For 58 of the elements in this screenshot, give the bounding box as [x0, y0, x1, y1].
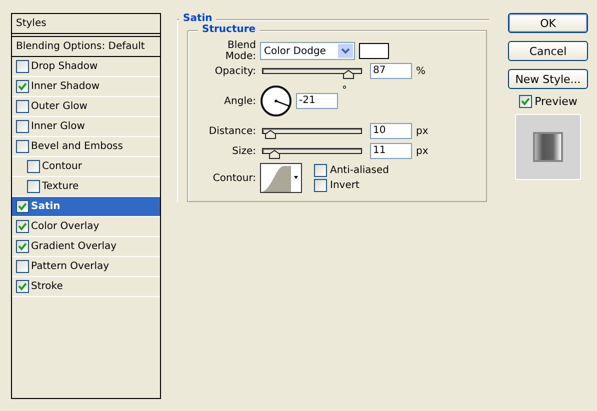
angle-dial-icon[interactable] — [260, 85, 292, 117]
list-item[interactable]: Outer Glow — [12, 97, 160, 117]
checkbox[interactable] — [16, 100, 29, 113]
checkbox[interactable] — [16, 240, 29, 253]
checkbox[interactable] — [16, 280, 29, 293]
list-header: Styles — [12, 14, 160, 34]
field-label: Angle: — [223, 96, 257, 106]
checkbox-label: Invert — [330, 180, 360, 191]
checkbox[interactable] — [16, 140, 29, 153]
number-field[interactable]: 10 — [370, 123, 412, 139]
number-field[interactable]: -21 — [296, 93, 338, 109]
checkbox[interactable] — [16, 260, 29, 273]
list-item[interactable]: Blending Options: Default — [12, 36, 160, 57]
checkbox[interactable] — [27, 180, 40, 193]
list-item[interactable]: Color Overlay — [12, 217, 160, 237]
unit-label: px — [415, 146, 428, 156]
field-label: Size: — [231, 146, 257, 156]
list-item[interactable]: Pattern Overlay — [12, 257, 160, 277]
slider-thumb[interactable] — [343, 70, 354, 79]
list-item[interactable]: Contour — [12, 157, 160, 177]
checkbox-label: Preview — [534, 95, 578, 108]
list-item[interactable]: Stroke — [12, 277, 160, 297]
dialog-button[interactable]: New Style... — [508, 69, 588, 89]
checkbox[interactable] — [27, 160, 40, 173]
checkbox[interactable] — [16, 60, 29, 73]
list-item[interactable]: Inner Glow — [12, 117, 160, 137]
unit-label: ° — [341, 84, 347, 96]
list-item[interactable]: Inner Shadow — [12, 77, 160, 97]
unit-label: % — [415, 66, 426, 76]
checkbox[interactable] — [16, 120, 29, 133]
number-field[interactable]: 87 — [370, 63, 412, 79]
checkbox[interactable] — [16, 220, 29, 233]
group-title: Structure — [198, 24, 260, 35]
dialog-button[interactable]: Cancel — [508, 41, 588, 61]
field-label: Distance: — [208, 126, 257, 136]
unit-label: px — [415, 126, 428, 136]
list-item[interactable]: Satin — [12, 197, 160, 217]
field-label: Opacity: — [214, 66, 257, 76]
checkbox[interactable] — [314, 164, 327, 177]
list-item[interactable]: Bevel and Emboss — [12, 137, 160, 157]
checkbox[interactable] — [16, 200, 29, 213]
number-field[interactable]: 11 — [370, 143, 412, 159]
blend-mode-dropdown[interactable]: Color Dodge — [260, 42, 355, 60]
slider-thumb[interactable] — [264, 130, 276, 139]
preview-thumbnail-drawing — [515, 114, 581, 180]
dialog-button[interactable]: OK — [508, 13, 588, 33]
color-swatch[interactable] — [359, 43, 389, 59]
list-item[interactable]: Gradient Overlay — [12, 237, 160, 257]
slider-thumb[interactable] — [268, 150, 280, 159]
field-label: Blend Mode: — [224, 40, 257, 62]
checkbox-label: Anti-aliased — [330, 165, 390, 176]
checkbox[interactable] — [16, 80, 29, 93]
field-label: Contour: — [212, 172, 257, 184]
checkbox[interactable] — [518, 95, 532, 108]
contour-picker[interactable] — [260, 163, 302, 193]
group-title: Satin — [179, 13, 216, 24]
checkbox[interactable] — [314, 179, 327, 192]
list-item[interactable]: Drop Shadow — [12, 57, 160, 77]
